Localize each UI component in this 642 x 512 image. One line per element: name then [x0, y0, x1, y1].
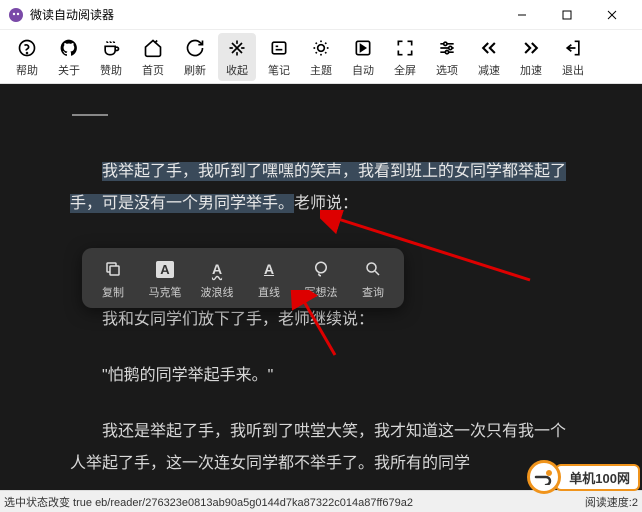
search-button[interactable]: 查询: [348, 258, 398, 300]
theme-button[interactable]: 主题: [302, 33, 340, 81]
toolbar: 帮助 关于 赞助 首页 刷新 收起 笔记 主题 自动 全屏 选项 减速: [0, 30, 642, 84]
notes-icon: [269, 36, 289, 60]
collapse-button[interactable]: 收起: [218, 33, 256, 81]
refresh-button[interactable]: 刷新: [176, 33, 214, 81]
chevron-left-double-icon: [479, 36, 499, 60]
help-icon: [17, 36, 37, 60]
exit-button[interactable]: 退出: [554, 33, 592, 81]
paragraph-1: 我举起了手，我听到了嘿嘿的笑声，我看到班上的女同学都举起了手，可是没有一个男同学…: [70, 156, 572, 220]
selection-popup: 复制 A 马克笔 A 波浪线 A 直线 写想法 查询: [82, 248, 404, 308]
about-button[interactable]: 关于: [50, 33, 88, 81]
donate-button[interactable]: 赞助: [92, 33, 130, 81]
thought-button[interactable]: 写想法: [296, 258, 346, 300]
options-icon: [437, 36, 457, 60]
slower-button[interactable]: 减速: [470, 33, 508, 81]
titlebar: 微读自动阅读器: [0, 0, 642, 30]
window-controls: [499, 0, 634, 30]
chevron-right-double-icon: [521, 36, 541, 60]
status-right: 阅读速度:2: [585, 494, 638, 510]
watermark-text: 单机100网: [555, 464, 640, 491]
marker-icon: A: [156, 258, 173, 280]
app-icon: [8, 7, 24, 23]
help-button[interactable]: 帮助: [8, 33, 46, 81]
collapse-icon: [227, 36, 247, 60]
fullscreen-button[interactable]: 全屏: [386, 33, 424, 81]
underline-button[interactable]: A 直线: [244, 258, 294, 300]
wavy-button[interactable]: A 波浪线: [192, 258, 242, 300]
auto-button[interactable]: 自动: [344, 33, 382, 81]
underline-icon: A: [264, 258, 274, 280]
copy-icon: [104, 258, 122, 280]
copy-button[interactable]: 复制: [88, 258, 138, 300]
paragraph-4: 我还是举起了手，我听到了哄堂大笑，我才知道这一次只有我一个人举起了手，这一次连女…: [70, 416, 572, 480]
paragraph-2: 我和女同学们放下了手，老师继续说：: [70, 304, 572, 336]
window-title: 微读自动阅读器: [30, 6, 499, 23]
fullscreen-icon: [395, 36, 415, 60]
paragraph-3: "怕鹅的同学举起手来。": [70, 360, 572, 392]
coffee-icon: [101, 36, 121, 60]
watermark: 单机100网: [527, 460, 640, 494]
home-button[interactable]: 首页: [134, 33, 172, 81]
close-button[interactable]: [589, 0, 634, 30]
notes-button[interactable]: 笔记: [260, 33, 298, 81]
wavy-icon: A: [212, 258, 222, 280]
marker-button[interactable]: A 马克笔: [140, 258, 190, 300]
maximize-button[interactable]: [544, 0, 589, 30]
options-button[interactable]: 选项: [428, 33, 466, 81]
auto-icon: [353, 36, 373, 60]
theme-icon: [311, 36, 331, 60]
github-icon: [59, 36, 79, 60]
faster-button[interactable]: 加速: [512, 33, 550, 81]
search-icon: [364, 258, 382, 280]
status-left: 选中状态改变 true eb/reader/276323e0813ab90a5g…: [4, 494, 585, 510]
minimize-button[interactable]: [499, 0, 544, 30]
thought-icon: [312, 258, 330, 280]
section-divider: [72, 114, 108, 116]
refresh-icon: [185, 36, 205, 60]
home-icon: [143, 36, 163, 60]
exit-icon: [563, 36, 583, 60]
